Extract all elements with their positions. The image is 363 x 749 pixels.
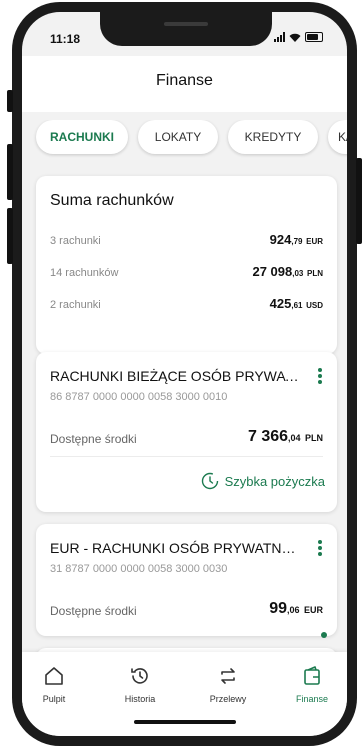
home-icon bbox=[45, 667, 63, 685]
volume-down-button bbox=[7, 208, 13, 264]
clock-icon bbox=[201, 472, 218, 490]
speaker-grille bbox=[164, 22, 208, 26]
nav-finanse[interactable]: Finanse bbox=[282, 652, 342, 712]
notch bbox=[100, 12, 272, 46]
summary-row-label: 3 rachunki bbox=[50, 235, 101, 247]
page-header: Finanse bbox=[22, 56, 347, 112]
account-card[interactable]: RACHUNKI BIEŻĄCE OSÓB PRYWATNY... 86 878… bbox=[36, 352, 337, 512]
more-options-icon[interactable] bbox=[313, 366, 327, 388]
tab-lokaty[interactable]: LOKATY bbox=[138, 120, 218, 154]
summary-row: 3 rachunki 924,79 EUR bbox=[50, 232, 323, 252]
summary-row-label: 2 rachunki bbox=[50, 299, 101, 311]
volume-up-button bbox=[7, 144, 13, 200]
signal-icon bbox=[274, 32, 285, 42]
summary-row: 2 rachunki 425,61 USD bbox=[50, 296, 323, 316]
power-button bbox=[356, 158, 362, 244]
nav-label: Finanse bbox=[295, 694, 329, 704]
summary-row-label: 14 rachunków bbox=[50, 267, 119, 279]
finance-icon bbox=[304, 666, 320, 685]
summary-row: 14 rachunków 27 098,03 PLN bbox=[50, 264, 323, 284]
active-indicator-dot bbox=[321, 632, 327, 638]
app-screen: 11:18 Finanse RACHUNKI LOKATY KREDYTY K/… bbox=[22, 12, 347, 736]
account-name: RACHUNKI BIEŻĄCE OSÓB PRYWATNY... bbox=[50, 368, 303, 384]
status-icons bbox=[274, 32, 323, 42]
home-indicator[interactable] bbox=[134, 720, 236, 724]
card-divider bbox=[50, 456, 323, 457]
quick-loan-link[interactable]: Szybka pożyczka bbox=[201, 472, 325, 490]
page-title: Finanse bbox=[156, 72, 213, 89]
account-number: 86 8787 0000 0000 0058 3000 0010 bbox=[50, 391, 228, 403]
quick-loan-label: Szybka pożyczka bbox=[224, 473, 325, 489]
summary-row-amount: 27 098,03 PLN bbox=[252, 264, 323, 279]
nav-label: Pulpit bbox=[42, 694, 66, 704]
nav-label: Historia bbox=[124, 694, 156, 704]
tab-rachunki[interactable]: RACHUNKI bbox=[36, 120, 128, 154]
summary-row-amount: 425,61 USD bbox=[269, 296, 323, 311]
summary-title: Suma rachunków bbox=[50, 192, 174, 209]
available-funds-amount: 7 366,04 PLN bbox=[247, 428, 323, 445]
account-card[interactable]: EUR - RACHUNKI OSÓB PRYWATNYCH... 31 878… bbox=[36, 524, 337, 636]
nav-pulpit[interactable]: Pulpit bbox=[24, 652, 84, 712]
nav-przelewy[interactable]: Przelewy bbox=[198, 652, 258, 712]
more-options-icon[interactable] bbox=[313, 538, 327, 560]
available-funds-amount: 99,06 EUR bbox=[269, 600, 323, 617]
transfer-icon bbox=[221, 668, 235, 684]
tab-more[interactable]: K/ bbox=[328, 120, 347, 154]
available-funds-label: Dostępne środki bbox=[50, 432, 137, 446]
accounts-summary-card: Suma rachunków 3 rachunki 924,79 EUR 14 … bbox=[36, 176, 337, 354]
mute-switch bbox=[7, 90, 13, 112]
tab-kredyty[interactable]: KREDYTY bbox=[228, 120, 318, 154]
summary-row-amount: 924,79 EUR bbox=[269, 232, 323, 247]
history-icon bbox=[131, 668, 148, 684]
battery-icon bbox=[305, 32, 323, 42]
account-number: 31 8787 0000 0000 0058 3000 0030 bbox=[50, 563, 228, 575]
nav-label: Przelewy bbox=[209, 694, 247, 704]
status-time: 11:18 bbox=[50, 32, 81, 46]
available-funds-label: Dostępne środki bbox=[50, 604, 137, 618]
account-name: EUR - RACHUNKI OSÓB PRYWATNYCH... bbox=[50, 540, 303, 556]
wifi-icon bbox=[289, 33, 301, 42]
tab-bar: RACHUNKI LOKATY KREDYTY K/ bbox=[22, 120, 347, 160]
phone-frame: 11:18 Finanse RACHUNKI LOKATY KREDYTY K/… bbox=[7, 2, 362, 746]
nav-historia[interactable]: Historia bbox=[110, 652, 170, 712]
